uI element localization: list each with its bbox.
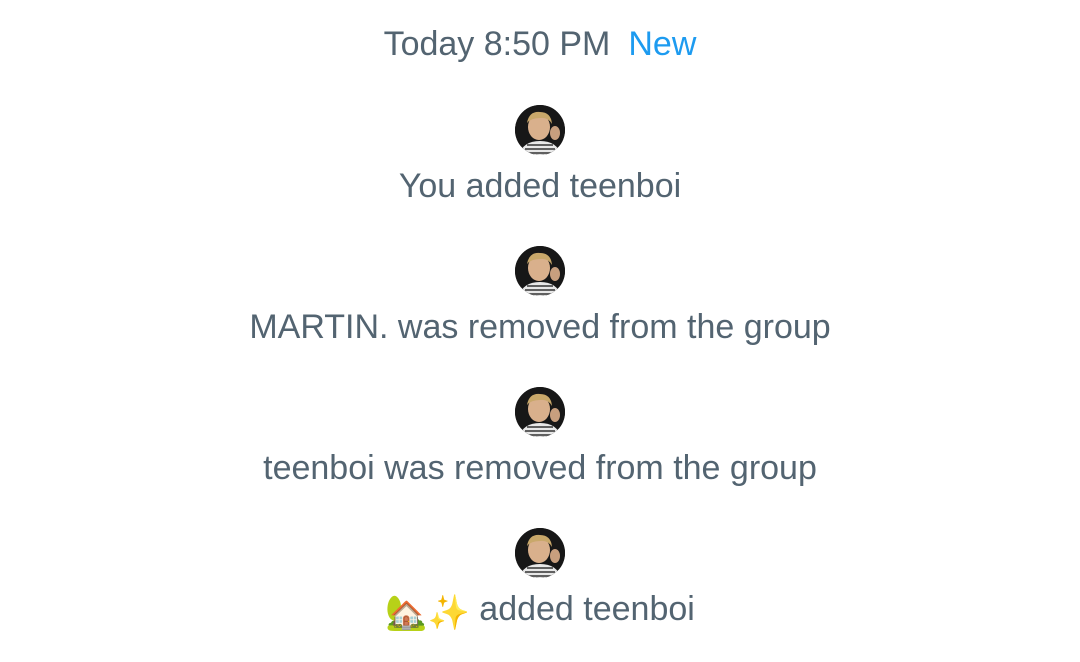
event-actor[interactable]: 🏡✨: [385, 591, 470, 635]
conversation-timestamp-header: Today 8:50 PM New: [0, 22, 1080, 66]
avatar[interactable]: [515, 387, 565, 437]
system-event: 🏡✨ added teenboi: [0, 528, 1080, 638]
avatar[interactable]: [515, 528, 565, 578]
avatar-photo-icon: [515, 528, 565, 578]
event-text: teenboi was removed from the group: [263, 449, 817, 487]
system-event: You added teenboi: [0, 105, 1080, 215]
avatar-photo-icon: [515, 246, 565, 296]
avatar-photo-icon: [515, 387, 565, 437]
system-event: MARTIN. was removed from the group: [0, 246, 1080, 356]
system-event: teenboi was removed from the group: [0, 387, 1080, 497]
new-badge: New: [628, 25, 697, 63]
avatar[interactable]: [515, 105, 565, 155]
avatar-photo-icon: [515, 105, 565, 155]
event-text: You added teenboi: [398, 167, 682, 205]
avatar[interactable]: [515, 246, 565, 296]
event-text: MARTIN. was removed from the group: [249, 308, 831, 346]
event-text: added teenboi: [469, 590, 695, 628]
timestamp: Today 8:50 PM: [383, 25, 611, 63]
